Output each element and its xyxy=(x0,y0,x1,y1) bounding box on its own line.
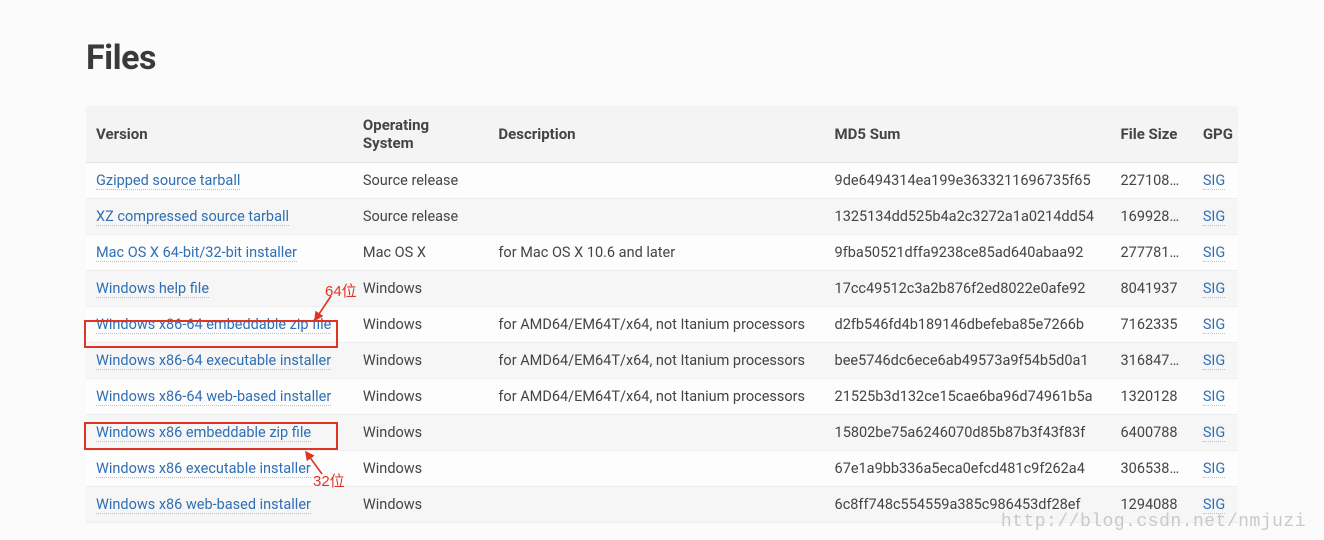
table-row: Windows x86-64 executable installer Windo… xyxy=(86,343,1238,379)
desc-cell xyxy=(488,199,824,235)
os-cell: Windows xyxy=(353,271,488,307)
watermark: http://blog.csdn.net/nmjuzi xyxy=(1001,512,1306,532)
col-header-gpg: GPG xyxy=(1193,106,1238,163)
md5-cell: 17cc49512c3a2b876f2ed8022e0afe92 xyxy=(825,271,1111,307)
table-row: Gzipped source tarball Source release 9de6… xyxy=(86,163,1238,199)
gpg-sig-link[interactable]: SIG xyxy=(1203,352,1225,370)
os-cell: Source release xyxy=(353,199,488,235)
table-row: Windows x86-64 web-based installer Window… xyxy=(86,379,1238,415)
gpg-sig-link[interactable]: SIG xyxy=(1203,244,1225,262)
os-cell: Windows xyxy=(353,307,488,343)
desc-cell: for AMD64/EM64T/x64, not Itanium process… xyxy=(488,307,824,343)
gpg-sig-link[interactable]: SIG xyxy=(1203,316,1225,334)
os-cell: Source release xyxy=(353,163,488,199)
version-link[interactable]: Windows x86 embeddable zip file xyxy=(96,424,311,442)
size-cell: 16992824 xyxy=(1111,199,1193,235)
desc-cell: for Mac OS X 10.6 and later xyxy=(488,235,824,271)
size-cell: 1320128 xyxy=(1111,379,1193,415)
size-cell: 6400788 xyxy=(1111,415,1193,451)
md5-cell: 21525b3d132ce15cae6ba96d74961b5a xyxy=(825,379,1111,415)
os-cell: Windows xyxy=(353,451,488,487)
os-cell: Mac OS X xyxy=(353,235,488,271)
os-cell: Windows xyxy=(353,415,488,451)
table-row: Windows x86 embeddable zip file Windows 15… xyxy=(86,415,1238,451)
version-link[interactable]: Windows x86 web-based installer xyxy=(96,496,311,514)
gpg-sig-link[interactable]: SIG xyxy=(1203,424,1225,442)
desc-cell xyxy=(488,163,824,199)
md5-cell: 15802be75a6246070d85b87b3f43f83f xyxy=(825,415,1111,451)
gpg-sig-link[interactable]: SIG xyxy=(1203,280,1225,298)
md5-cell: 9fba50521dffa9238ce85ad640abaa92 xyxy=(825,235,1111,271)
version-link[interactable]: Windows x86 executable installer xyxy=(96,460,311,478)
os-cell: Windows xyxy=(353,343,488,379)
md5-cell: bee5746dc6ece6ab49573a9f54b5d0a1 xyxy=(825,343,1111,379)
version-link[interactable]: XZ compressed source tarball xyxy=(96,208,289,226)
version-link[interactable]: Windows help file xyxy=(96,280,209,298)
table-row: Mac OS X 64-bit/32-bit installer Mac OS X… xyxy=(86,235,1238,271)
files-table: Version Operating System Description MD5… xyxy=(86,106,1238,523)
col-header-os: Operating System xyxy=(353,106,488,163)
os-cell: Windows xyxy=(353,379,488,415)
arrow-32bit-icon xyxy=(302,448,326,476)
version-link[interactable]: Windows x86-64 web-based installer xyxy=(96,388,331,406)
desc-cell xyxy=(488,487,824,523)
version-link[interactable]: Windows x86-64 executable installer xyxy=(96,352,331,370)
col-header-md5: MD5 Sum xyxy=(825,106,1111,163)
desc-cell xyxy=(488,451,824,487)
size-cell: 27778156 xyxy=(1111,235,1193,271)
gpg-sig-link[interactable]: SIG xyxy=(1203,388,1225,406)
size-cell: 30653888 xyxy=(1111,451,1193,487)
md5-cell: 9de6494314ea199e3633211696735f65 xyxy=(825,163,1111,199)
size-cell: 8041937 xyxy=(1111,271,1193,307)
col-header-desc: Description xyxy=(488,106,824,163)
gpg-sig-link[interactable]: SIG xyxy=(1203,172,1225,190)
col-header-version: Version xyxy=(86,106,353,163)
table-row: Windows x86-64 embeddable zip file Window… xyxy=(86,307,1238,343)
gpg-sig-link[interactable]: SIG xyxy=(1203,208,1225,226)
gpg-sig-link[interactable]: SIG xyxy=(1203,460,1225,478)
desc-cell: for AMD64/EM64T/x64, not Itanium process… xyxy=(488,343,824,379)
col-header-size: File Size xyxy=(1111,106,1193,163)
desc-cell: for AMD64/EM64T/x64, not Itanium process… xyxy=(488,379,824,415)
version-link[interactable]: Mac OS X 64-bit/32-bit installer xyxy=(96,244,297,262)
version-link[interactable]: Windows x86-64 embeddable zip file xyxy=(96,316,331,334)
page-title: Files xyxy=(86,38,1238,78)
os-cell: Windows xyxy=(353,487,488,523)
md5-cell: 1325134dd525b4a2c3272a1a0214dd54 xyxy=(825,199,1111,235)
size-cell: 7162335 xyxy=(1111,307,1193,343)
desc-cell xyxy=(488,271,824,307)
md5-cell: d2fb546fd4b189146dbefeba85e7266b xyxy=(825,307,1111,343)
arrow-64bit-icon xyxy=(309,294,333,324)
table-row: Windows x86 executable installer Windows 6… xyxy=(86,451,1238,487)
size-cell: 31684744 xyxy=(1111,343,1193,379)
size-cell: 22710891 xyxy=(1111,163,1193,199)
table-row: XZ compressed source tarball Source relea… xyxy=(86,199,1238,235)
table-row: Windows help file Windows 17cc49512c3a2b87… xyxy=(86,271,1238,307)
desc-cell xyxy=(488,415,824,451)
table-header-row: Version Operating System Description MD5… xyxy=(86,106,1238,163)
md5-cell: 67e1a9bb336a5eca0efcd481c9f262a4 xyxy=(825,451,1111,487)
version-link[interactable]: Gzipped source tarball xyxy=(96,172,240,190)
